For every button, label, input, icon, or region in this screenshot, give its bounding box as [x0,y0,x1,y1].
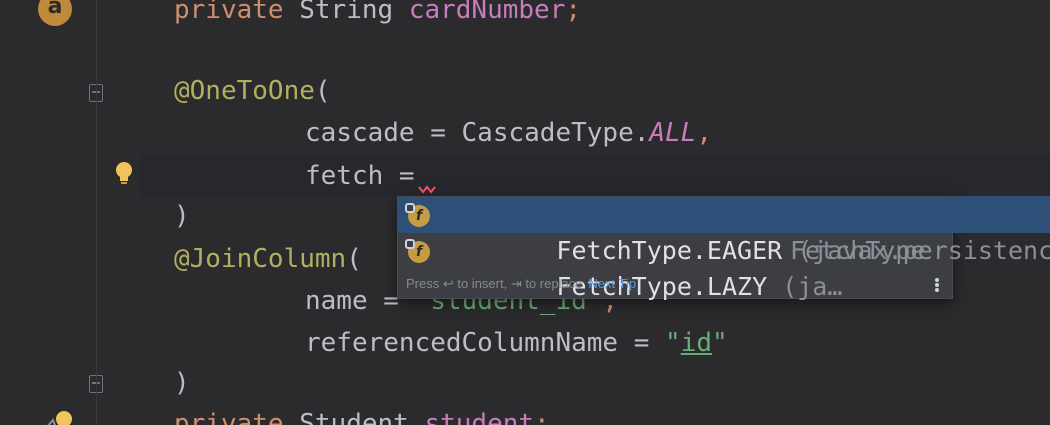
completion-item-type: FetchType [790,236,926,265]
field-icon: f [405,203,430,227]
code-line[interactable]: @JoinColumn( [174,238,362,280]
code-line[interactable]: private Student student; [174,403,550,425]
code-token: @JoinColumn [174,244,347,274]
code-line[interactable]: @OneToOne( [174,70,331,112]
editor-gutter: a [0,0,140,425]
code-token: @OneToOne [174,76,315,106]
code-token: ( [346,244,362,274]
completion-item-package: (ja… [767,272,843,301]
code-completion-popup[interactable]: f FetchType.EAGER (javax.persistence) f … [397,196,1050,301]
field-icon: f [405,239,430,263]
code-token: ) [174,368,190,398]
code-token: private [174,0,300,25]
lightbulb-icon[interactable] [114,161,134,187]
code-line[interactable]: fetch = [305,155,415,197]
code-token: private [174,409,300,425]
completion-item[interactable]: f FetchType.EAGER (javax.persistence) [398,197,1050,265]
gutter-badge-icon[interactable]: a [38,0,72,26]
code-line[interactable]: cascade = CascadeType.ALL, [305,112,712,154]
code-token: ( [314,76,331,106]
code-line[interactable]: private String cardNumber; [174,0,581,31]
code-token: fetch = [305,161,415,191]
code-line[interactable]: ) [174,195,190,237]
completion-footer: Press ↩ to insert, ⇥ to replace Next Tip [406,276,636,292]
caret-line-highlight [0,155,1050,197]
completion-item[interactable]: f FetchType.LAZY (ja… FetchType [398,233,952,301]
code-token: ALL [649,118,697,148]
error-squiggle [418,185,436,194]
code-token: ; [534,409,550,425]
code-token: cascade = CascadeType. [305,118,650,148]
code-token: ; [565,0,582,25]
more-options-icon[interactable] [934,277,940,295]
code-token: cardNumber [408,0,566,25]
code-line[interactable]: ) [174,362,190,404]
code-token: , [696,118,712,148]
next-tip-link[interactable]: Next Tip [588,276,636,291]
code-token: ) [174,201,190,231]
code-editor[interactable]: a private String cardNumber; @OneToOne( … [0,0,1050,425]
gutter-separator [96,0,97,425]
code-token: String [299,0,409,25]
implement-marker-icon[interactable] [44,408,74,425]
completion-hint: Press ↩ to insert, ⇥ to replace [406,276,583,291]
